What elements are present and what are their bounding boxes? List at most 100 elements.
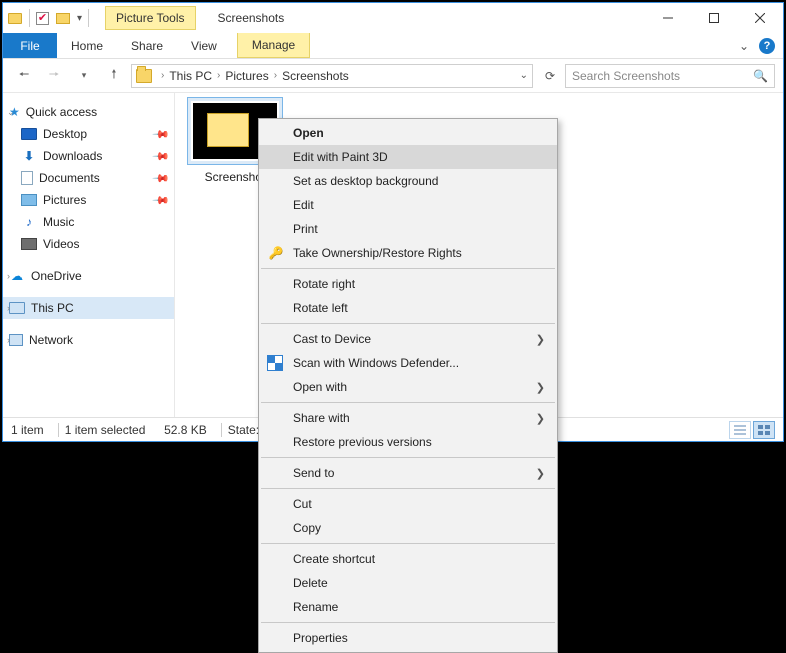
forward-button[interactable]: 🠖 [41,63,67,89]
ctx-scan-defender[interactable]: Scan with Windows Defender... [259,351,557,375]
separator [261,543,555,544]
sidebar-item-documents[interactable]: Documents 📌 [3,167,174,189]
ctx-open-with[interactable]: Open with❯ [259,375,557,399]
sidebar-item-label: OneDrive [31,269,82,283]
sidebar-item-label: This PC [31,301,74,315]
maximize-button[interactable] [691,3,737,33]
up-button[interactable]: 🠕 [101,63,127,89]
tab-view[interactable]: View [177,33,231,58]
sidebar-item-label: Desktop [43,127,87,141]
breadcrumb[interactable]: › This PC › Pictures › Screenshots ⌄ [131,64,533,88]
sidebar-item-quick-access[interactable]: ⌄★Quick access [3,101,174,123]
ctx-delete[interactable]: Delete [259,571,557,595]
chevron-right-icon: ❯ [536,467,545,480]
ctx-rotate-left[interactable]: Rotate left [259,296,557,320]
back-button[interactable]: 🠔 [11,63,37,89]
breadcrumb-screenshots[interactable]: Screenshots [282,69,349,83]
ctx-share-with[interactable]: Share with❯ [259,406,557,430]
breadcrumb-pictures[interactable]: Pictures [225,69,268,83]
sidebar-item-onedrive[interactable]: ›☁ OneDrive [3,265,174,287]
search-input[interactable] [572,69,753,83]
chevron-right-icon: ❯ [536,333,545,346]
close-button[interactable] [737,3,783,33]
ctx-properties[interactable]: Properties [259,626,557,650]
qat-dropdown-icon[interactable]: ▾ [77,13,82,24]
new-folder-icon[interactable] [55,10,71,26]
breadcrumb-thispc[interactable]: This PC [169,69,212,83]
chevron-right-icon[interactable]: › [158,70,167,81]
sidebar-item-music[interactable]: ♪Music [3,211,174,233]
ctx-rotate-right[interactable]: Rotate right [259,272,557,296]
ctx-create-shortcut[interactable]: Create shortcut [259,547,557,571]
sidebar-item-network[interactable]: ›Network [3,329,174,351]
address-dropdown-icon[interactable]: ⌄ [520,70,528,81]
minimize-button[interactable] [645,3,691,33]
chevron-right-icon: ❯ [536,412,545,425]
separator [261,457,555,458]
ctx-edit[interactable]: Edit [259,193,557,217]
view-thumbnails-button[interactable] [753,421,775,439]
sidebar-item-label: Documents [39,171,100,185]
ctx-cast-to-device[interactable]: Cast to Device❯ [259,327,557,351]
ctx-edit-paint3d[interactable]: Edit with Paint 3D [259,145,557,169]
ctx-label: Rotate right [293,277,355,291]
chevron-right-icon[interactable]: › [271,70,280,81]
separator [261,402,555,403]
tab-share[interactable]: Share [117,33,177,58]
ctx-label: Create shortcut [293,552,375,566]
onedrive-icon: ☁ [9,269,25,283]
ctx-send-to[interactable]: Send to ❯ [259,461,557,485]
navigation-pane: ⌄★Quick access Desktop📌 ⬇Downloads📌 Docu… [3,93,175,417]
music-icon: ♪ [21,215,37,229]
tab-home[interactable]: Home [57,33,117,58]
properties-checkbox-icon[interactable]: ✔ [36,12,49,25]
ctx-label: Open with [293,380,347,394]
chevron-right-icon[interactable]: › [7,303,10,313]
address-bar: 🠔 🠖 ▾ 🠕 › This PC › Pictures › Screensho… [3,59,783,93]
ctx-take-ownership[interactable]: 🔑Take Ownership/Restore Rights [259,241,557,265]
help-icon[interactable]: ? [759,38,775,54]
shield-icon [267,355,283,371]
ctx-open[interactable]: Open [259,121,557,145]
pin-icon: 📌 [152,191,171,210]
separator [29,9,30,27]
ctx-cut[interactable]: Cut [259,492,557,516]
sidebar-item-thispc[interactable]: › This PC [3,297,174,319]
ctx-label: Set as desktop background [293,174,438,188]
thispc-icon [9,302,25,314]
ribbon-expand-icon[interactable]: ⌄ [739,39,749,53]
status-state-label: State: [228,423,259,437]
search-icon[interactable]: 🔍 [753,69,768,83]
chevron-down-icon[interactable]: ⌄ [7,107,15,118]
recent-dropdown-icon[interactable]: ▾ [71,63,97,89]
tab-manage[interactable]: Manage [237,33,310,58]
chevron-right-icon[interactable]: › [7,271,10,281]
refresh-button[interactable]: ⟳ [539,69,561,83]
sidebar-item-label: Quick access [26,105,97,119]
desktop-icon [21,128,37,140]
sidebar-item-videos[interactable]: Videos [3,233,174,255]
separator [261,323,555,324]
sidebar-item-label: Pictures [43,193,86,207]
ctx-rename[interactable]: Rename [259,595,557,619]
pin-icon: 📌 [152,169,171,188]
ctx-label: Take Ownership/Restore Rights [293,246,462,260]
ctx-label: Delete [293,576,328,590]
chevron-right-icon[interactable]: › [214,70,223,81]
window-controls [645,3,783,33]
ctx-label: Rename [293,600,338,614]
separator [221,423,222,437]
ctx-label: Restore previous versions [293,435,432,449]
sidebar-item-pictures[interactable]: Pictures 📌 [3,189,174,211]
view-details-button[interactable] [729,421,751,439]
search-box[interactable]: 🔍 [565,64,775,88]
ctx-copy[interactable]: Copy [259,516,557,540]
ctx-set-background[interactable]: Set as desktop background [259,169,557,193]
ctx-label: Send to [293,466,334,480]
ctx-print[interactable]: Print [259,217,557,241]
chevron-right-icon[interactable]: › [7,335,10,345]
tab-file[interactable]: File [3,33,57,58]
sidebar-item-desktop[interactable]: Desktop📌 [3,123,174,145]
sidebar-item-downloads[interactable]: ⬇Downloads📌 [3,145,174,167]
ctx-restore-versions[interactable]: Restore previous versions [259,430,557,454]
